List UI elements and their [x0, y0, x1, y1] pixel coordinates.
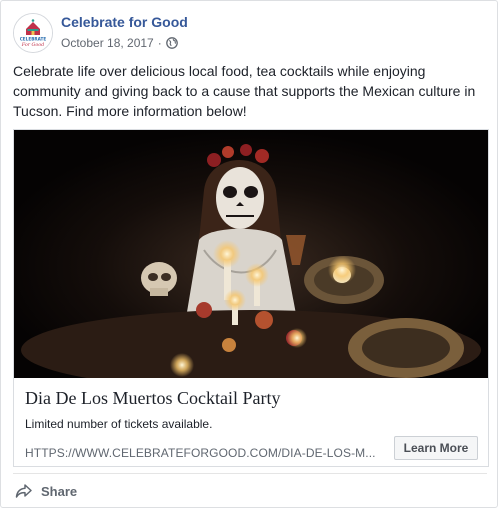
- share-button[interactable]: Share: [15, 481, 77, 501]
- action-divider: [13, 473, 487, 474]
- meta-separator: ·: [157, 36, 162, 50]
- share-arrow-icon: [15, 484, 32, 498]
- link-preview-card[interactable]: Dia De Los Muertos Cocktail Party Limite…: [13, 129, 489, 467]
- link-preview-body: Dia De Los Muertos Cocktail Party Limite…: [14, 378, 488, 466]
- globe-icon[interactable]: [165, 37, 178, 49]
- sugar-skull-candlelit-table-photo: [14, 130, 488, 378]
- celebrate-for-good-logo: CELEBRATE For Good: [14, 14, 52, 52]
- post-header: CELEBRATE For Good Celebrate for Good Oc…: [13, 13, 483, 55]
- post-message: Celebrate life over delicious local food…: [13, 63, 476, 119]
- svg-text:For Good: For Good: [21, 42, 44, 48]
- avatar[interactable]: CELEBRATE For Good: [13, 13, 53, 53]
- link-title[interactable]: Dia De Los Muertos Cocktail Party: [25, 388, 280, 409]
- svg-text:CELEBRATE: CELEBRATE: [20, 37, 47, 42]
- post-card: CELEBRATE For Good Celebrate for Good Oc…: [0, 0, 498, 508]
- page-name-link[interactable]: Celebrate for Good: [61, 14, 188, 30]
- link-url[interactable]: HTTPS://WWW.CELEBRATEFORGOOD.COM/DIA-DE-…: [25, 446, 376, 460]
- learn-more-button[interactable]: Learn More: [394, 436, 478, 460]
- post-meta: October 18, 2017 ·: [61, 36, 178, 50]
- link-preview-image[interactable]: [14, 130, 488, 378]
- link-description: Limited number of tickets available.: [25, 417, 213, 431]
- post-date[interactable]: October 18, 2017: [61, 36, 154, 50]
- share-label: Share: [41, 483, 78, 499]
